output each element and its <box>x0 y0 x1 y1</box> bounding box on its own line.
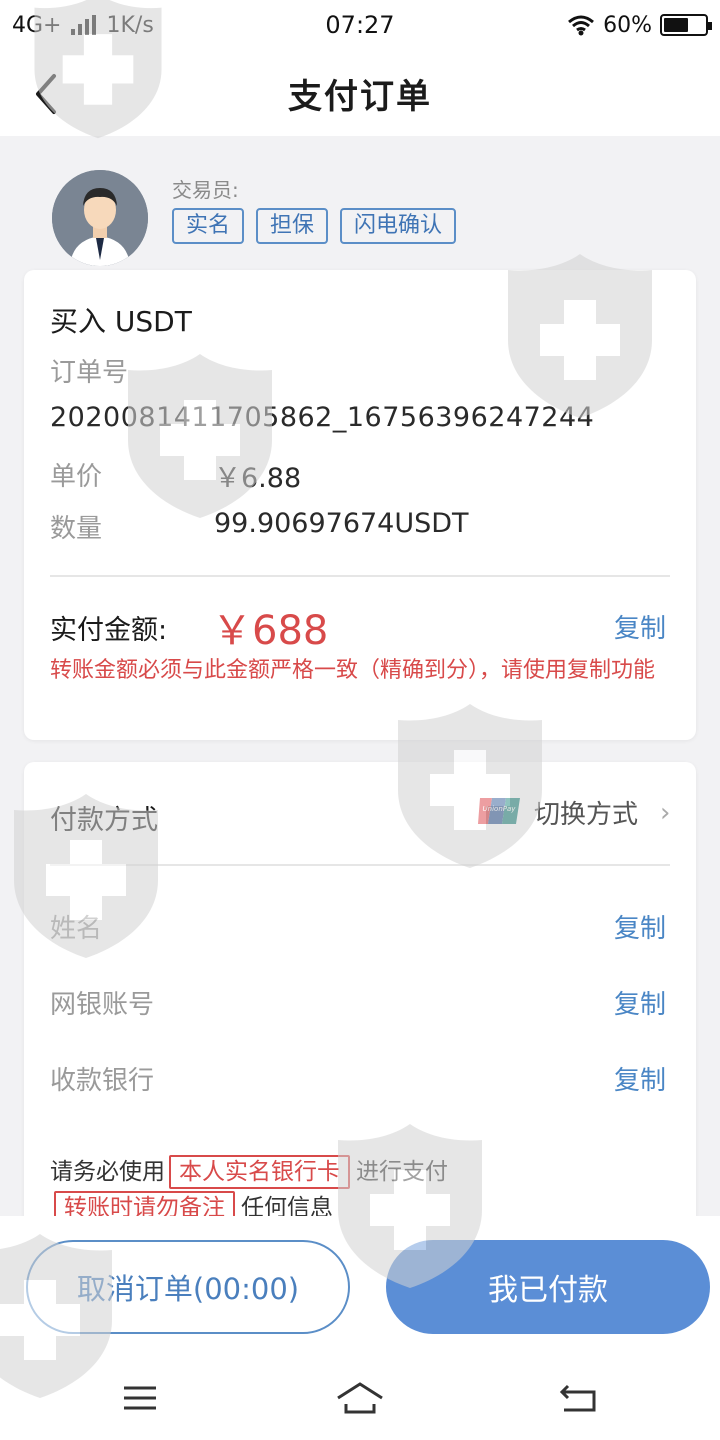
network-type: 4G+ <box>12 12 62 38</box>
divider <box>50 575 670 577</box>
tag-verified: 实名 <box>172 208 245 244</box>
switch-method-button[interactable]: 切换方式 <box>534 794 638 831</box>
quantity-value: 99.90697674USDT <box>214 508 469 539</box>
chevron-left-icon <box>36 74 56 114</box>
back-nav-button[interactable] <box>548 1376 608 1420</box>
quantity-label: 数量 <box>50 514 103 544</box>
copy-amount-button[interactable]: 复制 <box>614 608 666 645</box>
trader-tags: 实名 担保 闪电确认 <box>172 208 457 244</box>
trader-label: 交易员: <box>172 178 239 202</box>
paid-button[interactable]: 我已付款 <box>386 1240 710 1334</box>
back-icon <box>559 1384 596 1412</box>
action-bar: 取消订单(00:00) 我已付款 <box>0 1216 720 1356</box>
payment-card: 付款方式 UnionPay 切换方式 › 姓名 复制 网银账号 复制 收款银行 … <box>24 762 696 1232</box>
page-title: 支付订单 <box>288 76 432 117</box>
wifi-icon <box>568 15 595 36</box>
order-no-value: 2020081411705862_16756396247244 <box>50 402 595 433</box>
copy-name-button[interactable]: 复制 <box>614 908 666 945</box>
payment-method-label: 付款方式 <box>50 805 158 836</box>
bank-account-label: 网银账号 <box>50 990 155 1020</box>
payee-name-label: 姓名 <box>50 914 103 944</box>
copy-bank-button[interactable]: 复制 <box>614 1060 666 1097</box>
network-speed: 1K/s <box>106 12 154 38</box>
amount-warning: 转账金额必须与此金额严格一致（精确到分），请使用复制功能 <box>50 658 656 683</box>
tag-lightning-confirm: 闪电确认 <box>340 208 457 244</box>
trader-info: 交易员: 实名 担保 闪电确认 <box>52 170 672 270</box>
order-no-label: 订单号 <box>50 358 129 388</box>
status-right: 60% <box>448 12 712 38</box>
amount-label: 实付金额: <box>50 615 168 646</box>
order-card: 买入 USDT 订单号 2020081411705862_16756396247… <box>24 270 696 740</box>
status-time: 07:27 <box>325 11 395 39</box>
status-left: 4G+ 1K/s <box>12 13 272 38</box>
divider <box>50 864 670 866</box>
notice-text: 请务必使用 <box>50 1159 165 1185</box>
cancel-order-button[interactable]: 取消订单(00:00) <box>26 1240 350 1334</box>
unionpay-icon: UnionPay <box>478 798 520 824</box>
app-header: 支付订单 <box>0 50 720 136</box>
notice-chip-realname-card: 本人实名银行卡 <box>169 1155 350 1189</box>
battery-percent: 60% <box>603 12 652 38</box>
back-button[interactable] <box>28 72 68 116</box>
chevron-right-icon: › <box>660 798 671 828</box>
copy-account-button[interactable]: 复制 <box>614 984 666 1021</box>
menu-icon <box>124 1386 156 1410</box>
system-nav-bar <box>0 1356 720 1440</box>
order-type: 买入 USDT <box>50 305 192 338</box>
home-button[interactable] <box>330 1376 390 1420</box>
status-bar: 4G+ 1K/s 07:27 60% <box>0 0 720 50</box>
signal-icon <box>71 15 97 35</box>
menu-button[interactable] <box>110 1376 170 1420</box>
price-value: ￥6.88 <box>214 463 302 494</box>
tag-guarantee: 担保 <box>256 208 329 244</box>
receiving-bank-label: 收款银行 <box>50 1066 155 1096</box>
svg-text:UnionPay: UnionPay <box>483 805 517 813</box>
notice-text: 进行支付 <box>356 1159 448 1185</box>
home-icon <box>337 1382 383 1414</box>
user-avatar-icon <box>52 170 148 266</box>
amount-value: ￥688 <box>212 608 329 654</box>
price-label: 单价 <box>50 462 103 492</box>
battery-icon <box>660 14 712 36</box>
